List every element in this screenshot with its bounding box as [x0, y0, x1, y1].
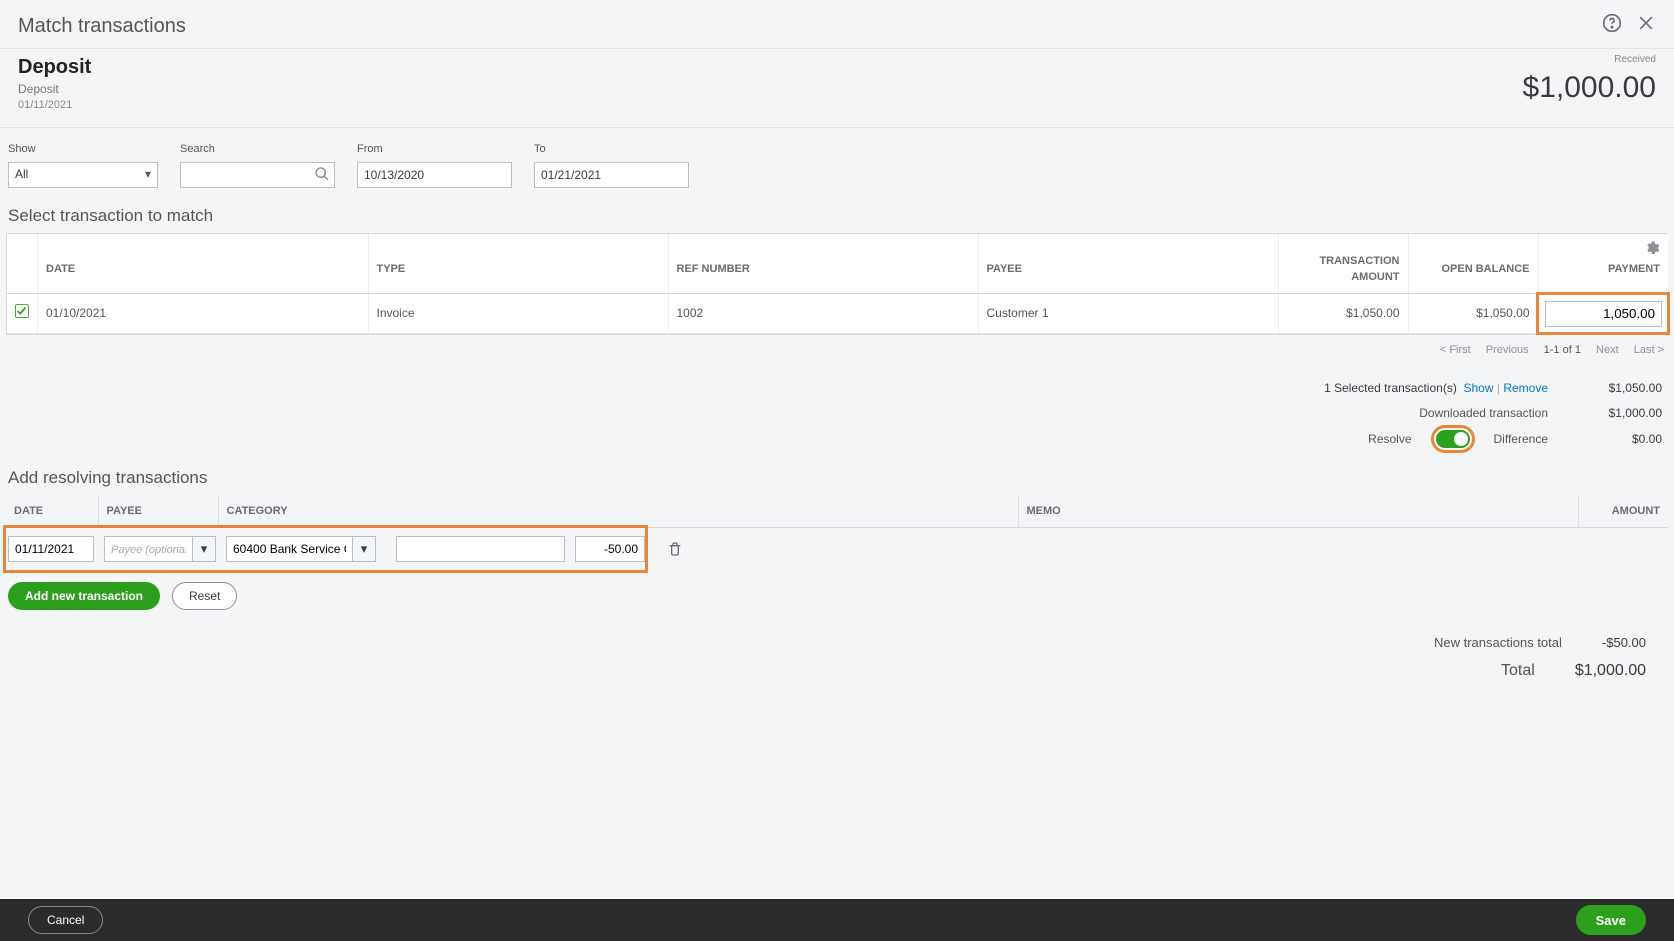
row-type: Invoice [368, 294, 668, 334]
pager-first[interactable]: < First [1440, 344, 1471, 356]
row-checkbox[interactable] [15, 307, 29, 321]
resolve-payee-input[interactable] [104, 536, 192, 562]
rcol-amount: AMOUNT [1578, 496, 1668, 528]
row-payee: Customer 1 [978, 294, 1278, 334]
pager-prev[interactable]: Previous [1486, 344, 1529, 356]
show-label: Show [8, 142, 158, 157]
chevron-down-icon [145, 166, 151, 183]
downloaded-label: Downloaded transaction [1419, 405, 1548, 422]
gear-icon[interactable] [1644, 240, 1660, 256]
add-new-transaction-button[interactable]: Add new transaction [8, 582, 160, 610]
resolve-date-input[interactable] [8, 536, 94, 562]
from-date-input[interactable] [357, 162, 512, 188]
rcol-memo: MEMO [1018, 496, 1578, 528]
trash-icon[interactable] [667, 541, 683, 557]
search-icon[interactable] [314, 166, 330, 182]
payment-input[interactable] [1545, 301, 1663, 327]
grand-total-amount: $1,000.00 [1575, 660, 1646, 682]
deposit-heading: Deposit [18, 53, 91, 81]
match-section-title: Select transaction to match [0, 196, 1674, 234]
row-ref: 1002 [668, 294, 978, 334]
col-type[interactable]: TYPE [368, 234, 668, 293]
resolve-toggle[interactable] [1436, 430, 1470, 448]
pager-next[interactable]: Next [1596, 344, 1619, 356]
table-row[interactable]: 01/10/2021 Invoice 1002 Customer 1 $1,05… [7, 294, 1668, 334]
pager-range: 1-1 of 1 [1544, 344, 1581, 356]
new-txn-total-amount: -$50.00 [1602, 634, 1646, 652]
to-label: To [534, 142, 689, 157]
search-label: Search [180, 142, 335, 157]
modal-title: Match transactions [18, 12, 186, 40]
category-dropdown-button[interactable]: ▾ [352, 536, 376, 562]
deposit-subtype: Deposit [18, 81, 91, 98]
col-payee[interactable]: PAYEE [978, 234, 1278, 293]
row-date: 01/10/2021 [38, 294, 369, 334]
downloaded-amount: $1,000.00 [1572, 405, 1662, 422]
search-input[interactable] [180, 162, 335, 188]
row-txn-amt: $1,050.00 [1278, 294, 1408, 334]
deposit-date: 01/11/2021 [18, 98, 91, 113]
rcol-category: CATEGORY [218, 496, 1018, 528]
col-txn-amt[interactable]: TRANSACTION AMOUNT [1278, 234, 1408, 293]
col-date[interactable]: DATE [38, 234, 369, 293]
help-icon[interactable] [1602, 13, 1622, 38]
reset-button[interactable]: Reset [172, 582, 237, 610]
selected-amount: $1,050.00 [1572, 380, 1662, 397]
show-select-value: All [15, 166, 28, 183]
close-icon[interactable] [1636, 13, 1656, 38]
received-label: Received [1523, 53, 1656, 67]
rcol-date: DATE [6, 496, 98, 528]
from-label: From [357, 142, 512, 157]
cancel-button[interactable]: Cancel [28, 906, 103, 934]
rcol-payee: PAYEE [98, 496, 218, 528]
resolve-memo-input[interactable] [396, 536, 565, 562]
selected-count-label: 1 Selected transaction(s) Show | Remove [1324, 380, 1548, 397]
difference-label: Difference [1494, 431, 1548, 448]
payee-dropdown-button[interactable]: ▾ [192, 536, 216, 562]
received-amount: $1,000.00 [1523, 67, 1656, 109]
show-select[interactable]: All [8, 162, 158, 188]
save-button[interactable]: Save [1576, 905, 1646, 935]
new-txn-total-label: New transactions total [1434, 634, 1562, 652]
resolve-section-title: Add resolving transactions [0, 458, 1674, 496]
pager: < First Previous 1-1 of 1 Next Last > [0, 335, 1674, 366]
col-open-bal[interactable]: OPEN BALANCE [1408, 234, 1538, 293]
remove-link[interactable]: Remove [1503, 381, 1548, 395]
pager-last[interactable]: Last > [1634, 344, 1664, 356]
resolve-label: Resolve [1368, 431, 1411, 448]
col-ref[interactable]: REF NUMBER [668, 234, 978, 293]
to-date-input[interactable] [534, 162, 689, 188]
row-open-bal: $1,050.00 [1408, 294, 1538, 334]
grand-total-label: Total [1501, 660, 1535, 682]
resolve-amount-input[interactable] [575, 536, 645, 562]
show-link[interactable]: Show [1463, 381, 1493, 395]
difference-amount: $0.00 [1572, 431, 1662, 448]
resolve-category-input[interactable] [226, 536, 352, 562]
